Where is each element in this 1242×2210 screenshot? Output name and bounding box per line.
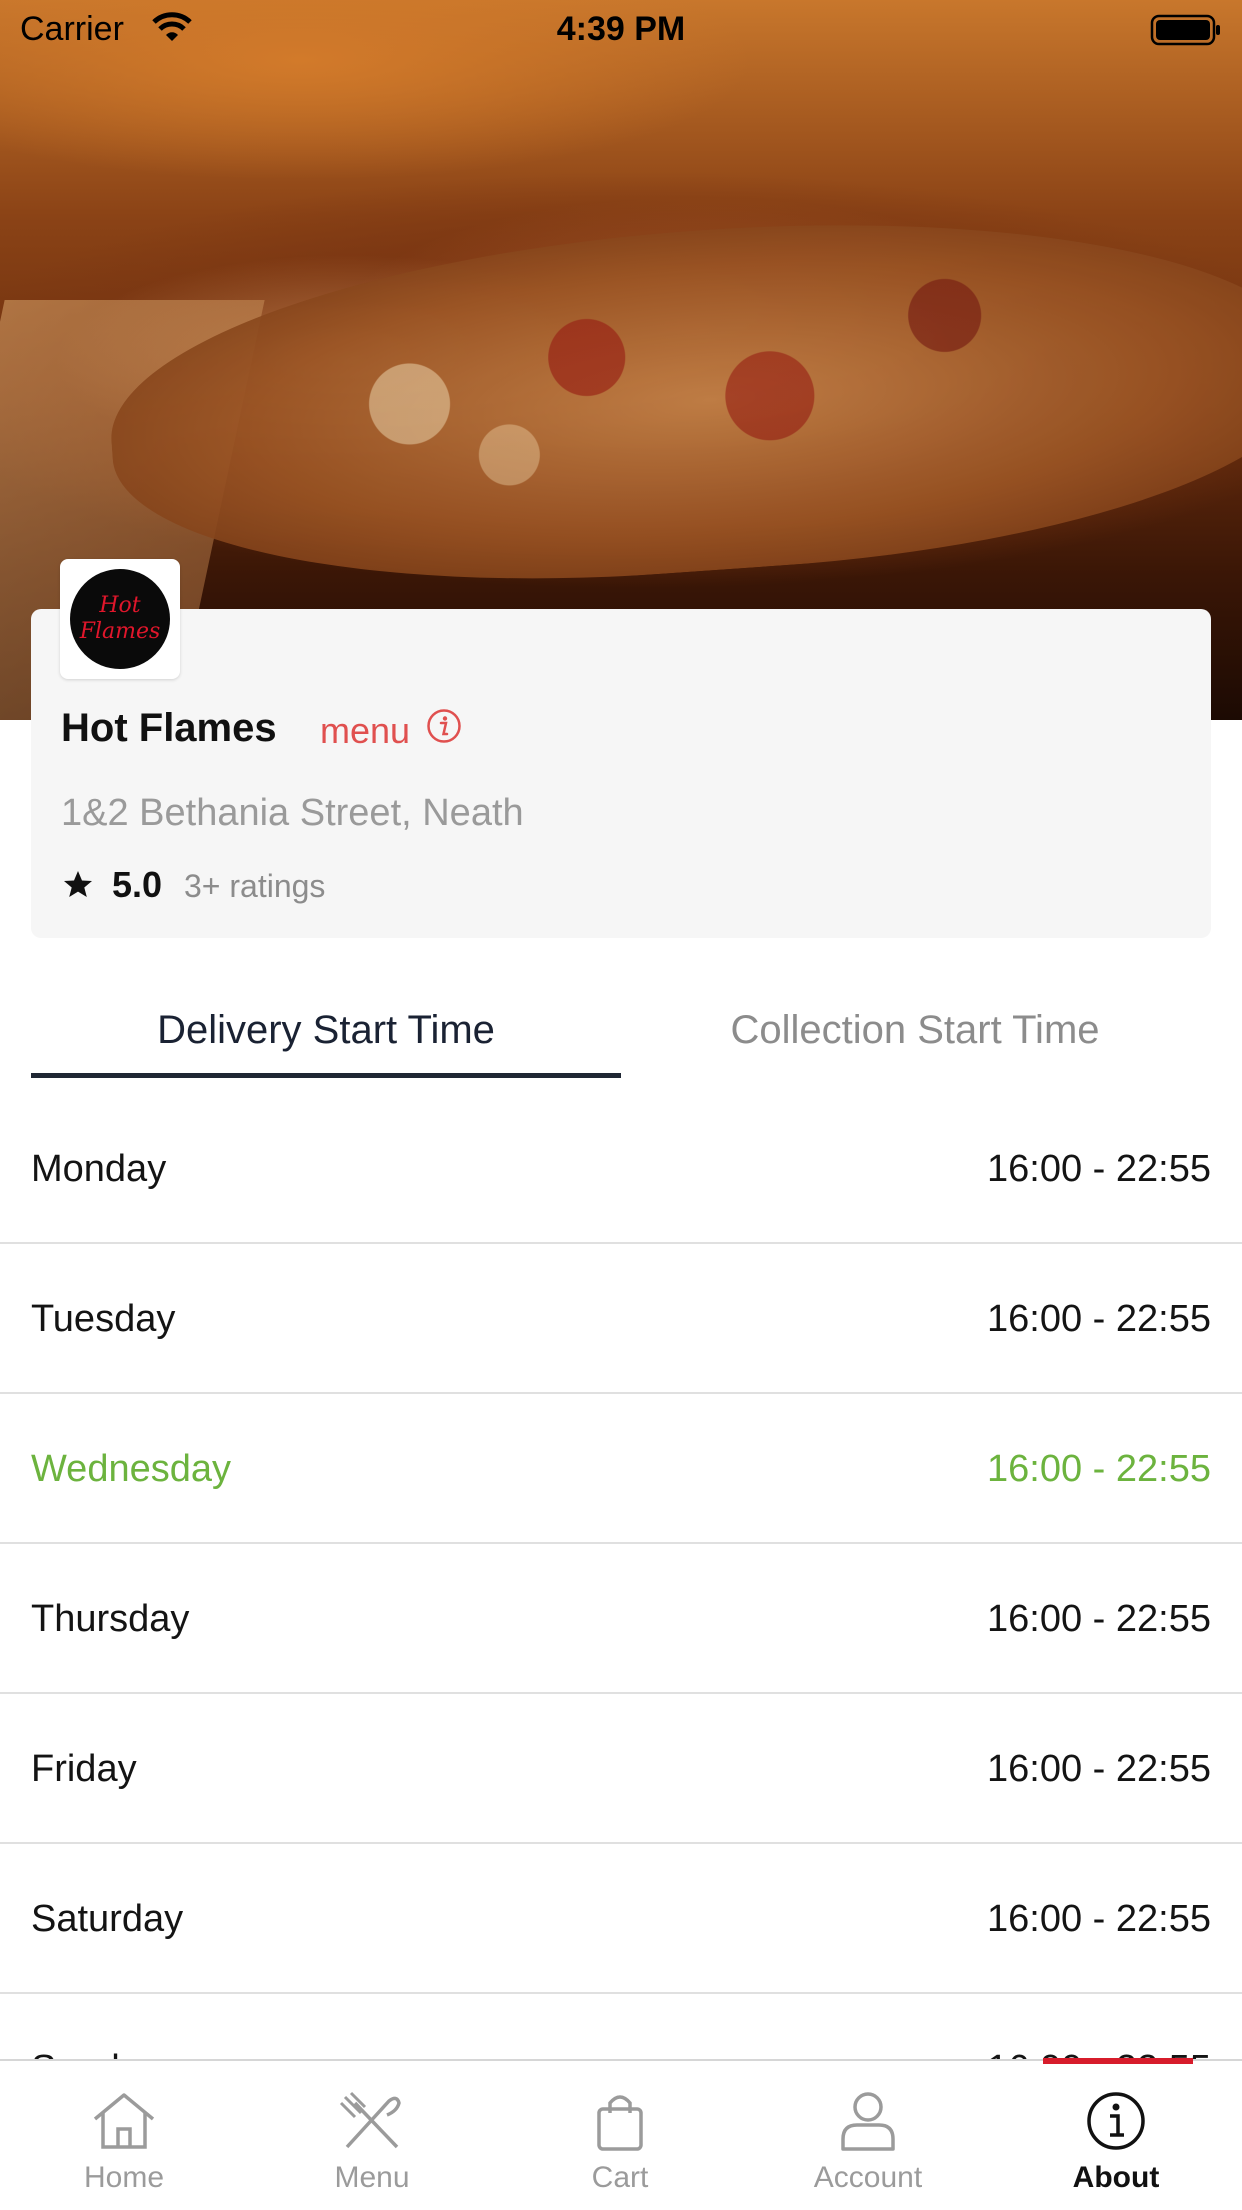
tab-menu[interactable]: Menu (248, 2061, 496, 2210)
schedule-row-thursday: Thursday 16:00 - 22:55 (0, 1544, 1242, 1694)
fork-knife-icon (339, 2091, 401, 2149)
pizza-image (99, 188, 1242, 612)
status-bar: Carrier 4:39 PM (0, 0, 1242, 62)
schedule-row-monday: Monday 16:00 - 22:55 (0, 1094, 1242, 1244)
battery-icon (1150, 14, 1222, 55)
hours-label: 16:00 - 22:55 (987, 1148, 1211, 1190)
info-icon (1087, 2092, 1145, 2150)
active-tab-indicator (31, 1073, 621, 1078)
rating-count: 3+ ratings (184, 868, 326, 904)
tab-home[interactable]: Home (0, 2061, 248, 2210)
store-address: 1&2 Bethania Street, Neath (61, 792, 524, 834)
status-time: 4:39 PM (556, 10, 686, 48)
tab-account[interactable]: Account (744, 2061, 992, 2210)
star-icon (64, 871, 92, 897)
tab-label: About (1072, 2161, 1160, 2194)
tab-delivery-start-time[interactable]: Delivery Start Time (31, 1008, 621, 1053)
tab-label: Home (83, 2161, 165, 2194)
rating-value: 5.0 (112, 864, 163, 905)
day-label: Tuesday (31, 1298, 176, 1340)
day-label: Wednesday (31, 1448, 231, 1490)
hours-label: 16:00 - 22:55 (987, 1298, 1211, 1340)
schedule-row-saturday: Saturday 16:00 - 22:55 (0, 1844, 1242, 1994)
logo-text-line2: Flames (79, 619, 161, 644)
store-logo: Hot Flames (60, 559, 180, 679)
hours-label: 16:00 - 22:55 (987, 1448, 1211, 1490)
home-icon (93, 2093, 155, 2149)
day-label: Saturday (31, 1898, 184, 1940)
hours-label: 16:00 - 22:55 (987, 1598, 1211, 1640)
hours-label: 16:00 - 22:55 (987, 1898, 1211, 1940)
logo-text-line1: Hot (99, 593, 141, 618)
schedule-row-wednesday: Wednesday 16:00 - 22:55 (0, 1394, 1242, 1544)
schedule-row-friday: Friday 16:00 - 22:55 (0, 1694, 1242, 1844)
schedule-row-tuesday: Tuesday 16:00 - 22:55 (0, 1244, 1242, 1394)
info-icon[interactable] (426, 708, 462, 744)
tab-label: Cart (591, 2161, 649, 2194)
tab-label: Menu (334, 2161, 410, 2194)
day-label: Monday (31, 1148, 167, 1190)
user-icon (841, 2092, 895, 2151)
tab-label: Account (813, 2161, 923, 2194)
menu-link[interactable]: menu (320, 710, 410, 752)
bottom-tab-bar: Home Menu Cart Account About (0, 2059, 1242, 2208)
day-label: Thursday (31, 1598, 190, 1640)
hours-label: 16:00 - 22:55 (987, 1748, 1211, 1790)
active-tab-indicator-bar (1043, 2058, 1193, 2064)
tab-cart[interactable]: Cart (496, 2061, 744, 2210)
shopping-bag-icon (597, 2095, 643, 2151)
store-name: Hot Flames (61, 706, 277, 750)
logo-badge: Hot Flames (70, 569, 170, 669)
tab-collection-start-time[interactable]: Collection Start Time (620, 1008, 1210, 1053)
day-label: Friday (31, 1748, 137, 1790)
tab-about[interactable]: About (992, 2061, 1240, 2210)
